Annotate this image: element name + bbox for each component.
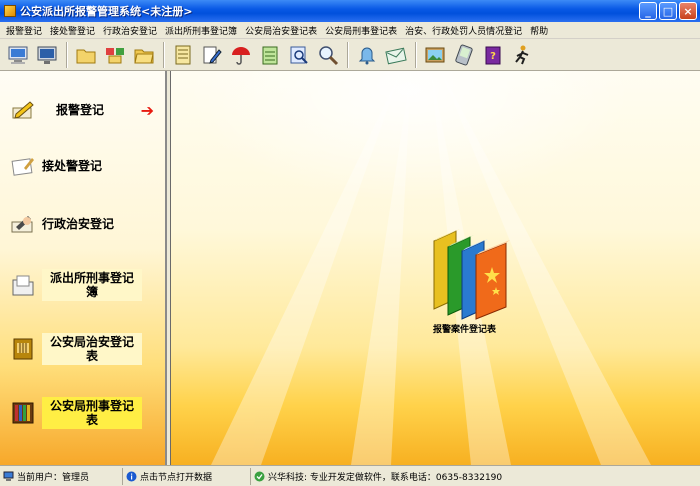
toolbar-folder-open-button[interactable] — [130, 41, 157, 68]
edit-document-icon — [203, 46, 222, 64]
sidebar-item-label: 派出所刑事登记簿 — [42, 269, 142, 301]
notebook-icon — [175, 45, 190, 64]
computer-icon — [8, 46, 27, 64]
status-hint-text: 点击节点打开数据 — [140, 472, 213, 483]
register-book-icon — [10, 336, 36, 362]
toolbar-notepad-button[interactable] — [256, 41, 283, 68]
sidebar-item-bureau-criminal[interactable]: 公安局刑事登记表 — [10, 397, 160, 429]
close-button[interactable]: × — [679, 2, 697, 20]
menu-penalty-register[interactable]: 治安、行政处罚人员情况登记 — [401, 24, 526, 37]
sidebar-item-station-criminal[interactable]: 派出所刑事登记簿 — [10, 269, 160, 301]
menu-bar: 报警登记 接处警登记 行政治安登记 派出所刑事登记簿 公安局治安登记表 公安局刑… — [0, 22, 700, 39]
monitor-icon — [37, 46, 56, 64]
toolbar-monitor-button[interactable] — [33, 41, 60, 68]
menu-help[interactable]: 帮助 — [526, 24, 552, 37]
writing-hand-icon — [10, 211, 36, 237]
selected-arrow-icon: ➔ — [140, 101, 154, 120]
user-computer-icon — [3, 471, 14, 481]
toolbar-separator — [347, 41, 349, 68]
folder-open-icon — [133, 49, 154, 63]
notepad-icon — [262, 46, 277, 64]
toolbar-computer-button[interactable] — [4, 41, 31, 68]
menu-station-criminal[interactable]: 派出所刑事登记簿 — [161, 24, 241, 37]
menu-bureau-security[interactable]: 公安局治安登记表 — [241, 24, 321, 37]
menu-dispatch-register[interactable]: 接处警登记 — [46, 24, 99, 37]
toolbar-help-book-button[interactable]: ? — [479, 41, 506, 68]
sidebar-item-admin-security[interactable]: 行政治安登记 — [10, 211, 160, 237]
folder-icon — [76, 49, 95, 63]
svg-text:?: ? — [490, 51, 496, 62]
toolbar-umbrella-button[interactable] — [227, 41, 254, 68]
document-folder-icon — [10, 272, 36, 298]
sidebar-item-label: 公安局治安登记表 — [42, 333, 142, 365]
toolbar-exit-button[interactable] — [508, 41, 535, 68]
sidebar-item-label: 接处警登记 — [42, 159, 103, 173]
company-logo-icon — [254, 471, 265, 481]
case-register-label: 报警案件登记表 — [433, 325, 497, 335]
main-workspace: 报警案件登记表 — [170, 71, 700, 465]
status-company: 兴华科技: 专业开发定做软件，联系电话：0635-8332190 — [251, 468, 700, 485]
toolbar-separator — [66, 41, 68, 68]
status-bar: 当前用户：管理员 点击节点打开数据 兴华科技: 专业开发定做软件，联系电话：06… — [0, 465, 700, 486]
minimize-button[interactable]: _ — [639, 2, 657, 20]
toolbar-bell-button[interactable] — [353, 41, 380, 68]
app-icon — [4, 5, 16, 17]
sidebar-item-label: 行政治安登记 — [42, 217, 115, 231]
help-book-icon: ? — [485, 46, 500, 64]
status-user: 当前用户：管理员 — [0, 467, 123, 485]
picture-icon — [425, 47, 444, 62]
search-document-icon — [290, 46, 308, 64]
toolbar-pda-button[interactable] — [450, 41, 477, 68]
toolbar-network-folder-button[interactable] — [101, 41, 128, 68]
toolbar: ? — [0, 39, 700, 71]
status-user-text: 当前用户：管理员 — [17, 472, 90, 483]
network-folder-icon — [105, 47, 124, 63]
toolbar-envelope-button[interactable] — [382, 41, 409, 68]
bell-icon — [358, 47, 375, 64]
magnifier-icon — [318, 45, 338, 65]
menu-admin-security[interactable]: 行政治安登记 — [99, 24, 161, 37]
sidebar-item-label: 公安局刑事登记表 — [42, 397, 142, 429]
status-company-text: 兴华科技: 专业开发定做软件，联系电话：0635-8332190 — [268, 472, 503, 483]
sidebar-item-label: 报警登记 — [56, 103, 105, 117]
toolbar-search-document-button[interactable] — [285, 41, 312, 68]
window-title: 公安派出所报警管理系统<未注册> — [20, 5, 193, 18]
status-hint: 点击节点打开数据 — [123, 467, 251, 485]
toolbar-picture-button[interactable] — [421, 41, 448, 68]
toolbar-edit-button[interactable] — [198, 41, 225, 68]
exit-runner-icon — [514, 45, 528, 64]
case-register-shortcut[interactable] — [426, 221, 516, 321]
pda-icon — [454, 44, 473, 65]
envelope-icon — [384, 47, 407, 64]
toolbar-separator — [415, 41, 417, 68]
sidebar-item-bureau-security[interactable]: 公安局治安登记表 — [10, 333, 160, 365]
toolbar-notebook-button[interactable] — [169, 41, 196, 68]
books-icon — [433, 229, 510, 320]
window-controls: _ □ × — [639, 2, 697, 20]
toolbar-folder-button[interactable] — [72, 41, 99, 68]
sidebar: 报警登记 ➔ 接处警登记 行政治安登记 派出所刑事登记簿 公安局治安登记表 公安… — [0, 71, 167, 465]
bookshelf-icon — [10, 400, 36, 426]
maximize-button[interactable]: □ — [659, 2, 677, 20]
info-icon — [126, 471, 137, 481]
toolbar-magnifier-button[interactable] — [314, 41, 341, 68]
toolbar-separator — [163, 41, 165, 68]
umbrella-icon — [231, 46, 250, 65]
title-bar: 公安派出所报警管理系统<未注册> _ □ × — [0, 0, 700, 22]
sidebar-item-dispatch-register[interactable]: 接处警登记 — [10, 153, 160, 179]
menu-bureau-criminal[interactable]: 公安局刑事登记表 — [321, 24, 401, 37]
sidebar-item-alarm-register[interactable]: 报警登记 ➔ — [10, 97, 160, 123]
pencil-icon — [10, 97, 36, 123]
menu-alarm-register[interactable]: 报警登记 — [2, 24, 46, 37]
note-icon — [10, 153, 36, 179]
